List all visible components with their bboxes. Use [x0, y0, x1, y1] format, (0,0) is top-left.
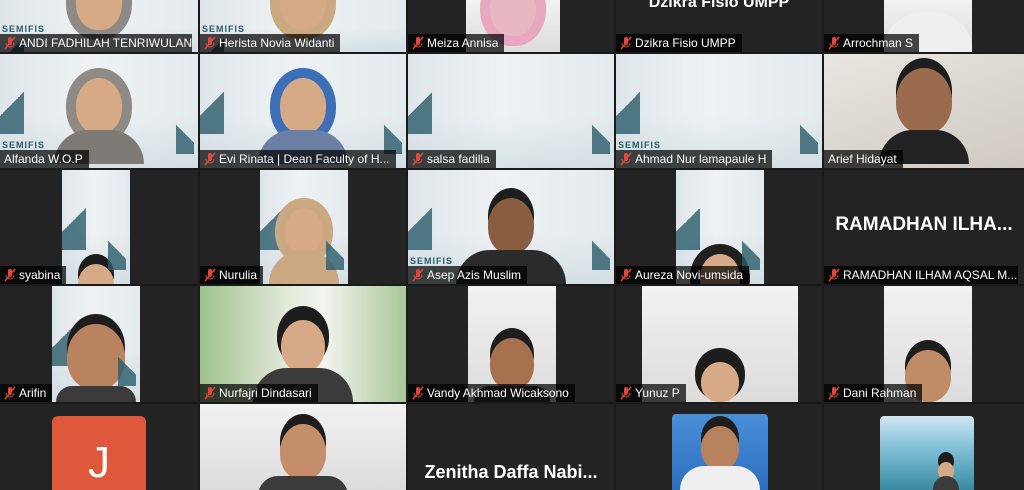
muted-mic-icon [412, 268, 424, 282]
participant-tile-25[interactable] [824, 404, 1024, 490]
video-gallery: SEMIFIS ANDI FADHILAH TENRIWULAN SEMIFIS… [0, 0, 1024, 490]
participant-figure [56, 324, 136, 402]
participant-tile-herista[interactable]: SEMIFIS Herista Novia Widanti [200, 0, 406, 52]
participant-figure [258, 424, 348, 490]
backdrop-logo: SEMIFIS [202, 24, 246, 34]
participant-tile-nurfajri[interactable]: Nurfajri Dindasari [200, 286, 406, 402]
participant-figure [490, 0, 536, 36]
participant-name-label: salsa fadilla [408, 150, 496, 168]
muted-mic-icon [828, 268, 840, 282]
participant-tile-aureza[interactable]: Aureza Novi-umsida [616, 170, 822, 284]
participant-name-label: Dani Rahman [824, 384, 923, 402]
participant-tile-andi[interactable]: SEMIFIS ANDI FADHILAH TENRIWULAN [0, 0, 198, 52]
participant-name-label: Meiza Annisa [408, 34, 505, 52]
muted-mic-icon [620, 386, 632, 400]
participant-tile-salsa[interactable]: salsa fadilla [408, 54, 614, 168]
participant-tile-ahmad[interactable]: SEMIFIS Ahmad Nur lamapaule H [616, 54, 822, 168]
participant-tile-dani[interactable]: Dani Rahman [824, 286, 1024, 402]
participant-name-label: Yunuz P [616, 384, 686, 402]
participant-figure [701, 362, 739, 402]
backdrop-logo: SEMIFIS [618, 140, 662, 150]
participant-tile-22[interactable] [200, 404, 406, 490]
participant-name-label: Vandy Akhmad Wicaksono [408, 384, 575, 402]
participant-video [52, 286, 140, 402]
backdrop-logo: SEMIFIS [2, 140, 46, 150]
participant-big-name: Dzikra Fisio UMPP [648, 0, 790, 11]
participant-tile-arifin[interactable]: Arifin [0, 286, 198, 402]
participant-tile-arrochman[interactable]: Arrochman S [824, 0, 1024, 52]
participant-tile-syabina[interactable]: syabina [0, 170, 198, 284]
participant-figure [932, 462, 959, 490]
muted-mic-icon [204, 152, 216, 166]
participant-name-label: Aureza Novi-umsida [616, 266, 750, 284]
participant-figure [680, 426, 760, 490]
participant-name-label: Alfanda W.O.P [0, 150, 89, 168]
participant-figure [280, 0, 326, 30]
participant-video [672, 414, 768, 490]
backdrop-logo: SEMIFIS [410, 256, 454, 266]
participant-name-label: Nurulia [200, 266, 264, 284]
participant-name-label: Ahmad Nur lamapaule H [616, 150, 773, 168]
participant-name-label: RAMADHAN ILHAM AQSAL M... [824, 266, 1018, 284]
participant-video [200, 404, 406, 490]
muted-mic-icon [620, 36, 632, 50]
participant-name-label: Evi Rinata | Dean Faculty of H... [200, 150, 396, 168]
participant-name-label: Arifin [0, 384, 53, 402]
muted-mic-icon [620, 268, 632, 282]
participant-figure [78, 264, 114, 284]
muted-mic-icon [412, 36, 424, 50]
participant-video [880, 416, 974, 490]
muted-mic-icon [204, 386, 216, 400]
participant-tile-24[interactable] [616, 404, 822, 490]
muted-mic-icon [412, 386, 424, 400]
participant-tile-asep[interactable]: SEMIFIS Asep Azis Muslim [408, 170, 614, 284]
muted-mic-icon [4, 386, 16, 400]
participant-name-label: Herista Novia Widanti [200, 34, 341, 52]
participant-name-label: Arrochman S [824, 34, 920, 52]
muted-mic-icon [204, 268, 216, 282]
muted-mic-icon [4, 268, 16, 282]
participant-name-label: Nurfajri Dindasari [200, 384, 318, 402]
participant-tile-dzikra[interactable]: Dzikra Fisio UMPP Dzikra Fisio UMPP [616, 0, 822, 52]
participant-video [62, 170, 130, 284]
muted-mic-icon [620, 152, 632, 166]
participant-video [260, 170, 348, 284]
participant-tile-zenitha[interactable]: Zenitha Daffa Nabi... [408, 404, 614, 490]
participant-tile-vandy[interactable]: Vandy Akhmad Wicaksono [408, 286, 614, 402]
muted-mic-icon [828, 36, 840, 50]
participant-avatar: J [52, 416, 146, 490]
participant-tile-nurulia[interactable]: Nurulia [200, 170, 406, 284]
muted-mic-icon [412, 152, 424, 166]
participant-figure [76, 0, 122, 30]
participant-name-label: ANDI FADHILAH TENRIWULAN [0, 34, 192, 52]
participant-tile-ramadhan[interactable]: RAMADHAN ILHA... RAMADHAN ILHAM AQSAL M.… [824, 170, 1024, 284]
participant-name-label: syabina [0, 266, 67, 284]
participant-name-label: Dzikra Fisio UMPP [616, 34, 742, 52]
participant-figure [269, 208, 339, 284]
participant-big-name: Zenitha Daffa Nabi... [424, 462, 598, 482]
participant-tile-evi[interactable]: Evi Rinata | Dean Faculty of H... [200, 54, 406, 168]
participant-tile-yunuz[interactable]: Yunuz P [616, 286, 822, 402]
muted-mic-icon [4, 36, 16, 50]
participant-tile-alfanda[interactable]: SEMIFIS Alfanda W.O.P [0, 54, 198, 168]
muted-mic-icon [828, 386, 840, 400]
muted-mic-icon [204, 36, 216, 50]
participant-tile-arief[interactable]: Arief Hidayat [824, 54, 1024, 168]
participant-big-name: RAMADHAN ILHA... [835, 213, 1013, 235]
participant-name-label: Asep Azis Muslim [408, 266, 528, 284]
participant-tile-j[interactable]: J [0, 404, 198, 490]
backdrop-logo: SEMIFIS [2, 24, 46, 34]
participant-name-label: Arief Hidayat [824, 150, 903, 168]
participant-tile-meiza[interactable]: Meiza Annisa [408, 0, 614, 52]
